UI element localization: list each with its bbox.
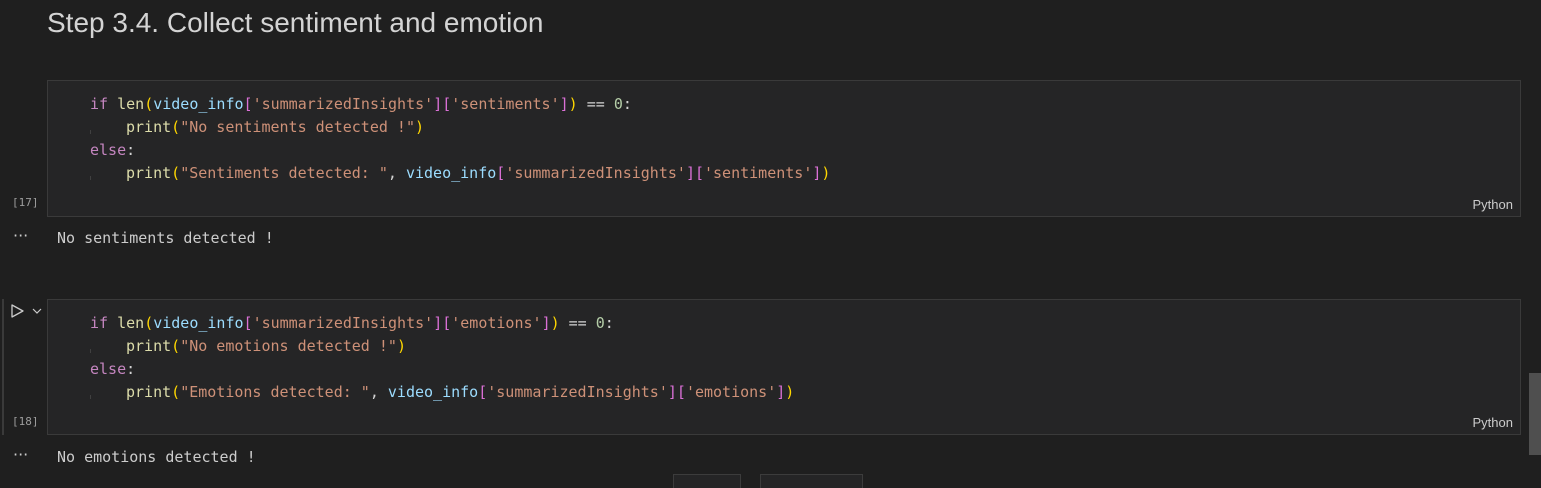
code-editor[interactable]: if len(video_info['summarizedInsights'][… [90, 93, 830, 185]
code-line: print("No sentiments detected !") [90, 118, 425, 136]
language-selector[interactable]: Python [1473, 197, 1513, 212]
code-line: print("Emotions detected: ", video_info[… [90, 383, 795, 401]
run-cell-button[interactable] [9, 302, 45, 320]
play-icon[interactable] [9, 302, 45, 320]
add-code-cell-button[interactable] [673, 474, 741, 488]
code-line: else: [90, 360, 136, 378]
code-line: if len(video_info['summarizedInsights'][… [90, 95, 632, 113]
add-markdown-cell-button[interactable] [760, 474, 863, 488]
markdown-heading: Step 3.4. Collect sentiment and emotion [47, 7, 544, 38]
chevron-down-icon [32, 308, 42, 314]
scrollbar-thumb[interactable] [1529, 373, 1541, 455]
code-cell-18[interactable]: if len(video_info['summarizedInsights'][… [47, 299, 1521, 435]
language-selector[interactable]: Python [1473, 415, 1513, 430]
code-line: else: [90, 141, 136, 159]
execution-count: [18] [12, 415, 39, 428]
execution-count: [17] [12, 196, 39, 209]
cell-focus-indicator [2, 299, 4, 435]
code-line: if len(video_info['summarizedInsights'][… [90, 314, 614, 332]
scrollbar-track[interactable] [1529, 0, 1541, 485]
code-line: print("No emotions detected !") [90, 337, 406, 355]
cell-output: No sentiments detected ! [57, 229, 274, 247]
output-more-icon[interactable]: ··· [13, 226, 28, 245]
code-line: print("Sentiments detected: ", video_inf… [90, 164, 831, 182]
cell-output: No emotions detected ! [57, 448, 256, 466]
code-cell-17[interactable]: if len(video_info['summarizedInsights'][… [47, 80, 1521, 217]
code-editor[interactable]: if len(video_info['summarizedInsights'][… [90, 312, 794, 404]
output-more-icon[interactable]: ··· [13, 445, 28, 464]
